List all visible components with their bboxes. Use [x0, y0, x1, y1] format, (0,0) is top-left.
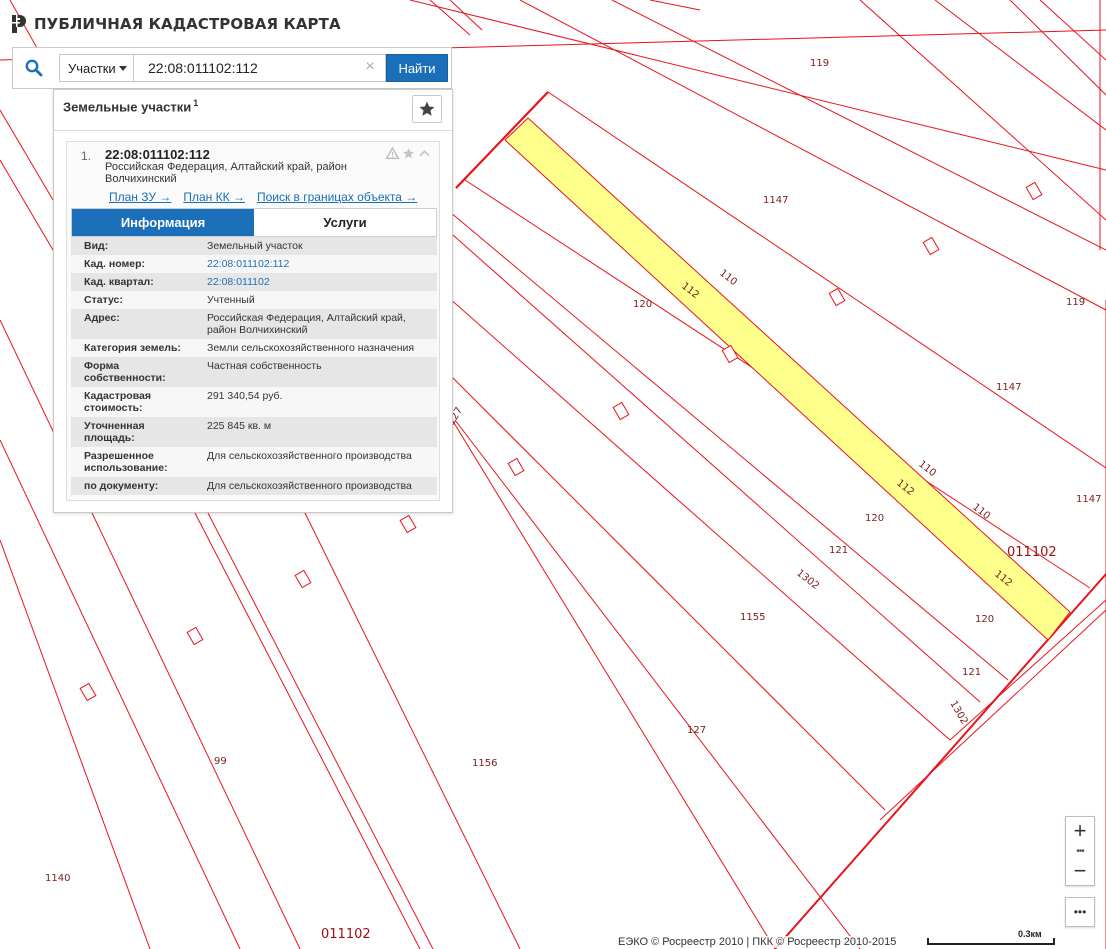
parcel-label: 119	[810, 58, 829, 69]
zoom-controls: + ••• −	[1065, 816, 1095, 886]
results-panel: Земельные участки 1 1. 22:08:011102:112 Р…	[53, 89, 453, 513]
attribution: ЕЭКО © Росреестр 2010 | ПКК © Росреестр …	[618, 936, 897, 948]
table-row: по документу: Для сельскохозяйственного п…	[71, 477, 437, 495]
field-key: Кад. квартал:	[84, 276, 154, 288]
table-row: Кад. номер: 22:08:011102:112	[71, 255, 437, 273]
search-type-select[interactable]: Участки	[59, 54, 134, 82]
result-cad-number[interactable]: 22:08:011102:112	[105, 147, 210, 162]
table-row: Вид: Земельный участок	[71, 237, 437, 255]
card-tabs: Информация Услуги	[71, 208, 437, 237]
tab-services[interactable]: Услуги	[254, 209, 436, 236]
field-value-link[interactable]: 22:08:011102	[194, 273, 437, 291]
field-value: Земли сельскохозяйственного назначения	[207, 342, 415, 354]
table-row: Категория земель: Земли сельскохозяйствен…	[71, 339, 437, 357]
field-key: Кад. номер:	[84, 258, 146, 270]
search-icon[interactable]	[13, 48, 55, 88]
field-value: Российская Федерация, Алтайский край, ра…	[207, 312, 406, 336]
star-icon	[419, 101, 435, 116]
field-value: 291 340,54 руб.	[207, 390, 283, 402]
search-type-value: Участки	[68, 60, 116, 76]
parcel-label: 119	[1066, 297, 1085, 308]
quarter-label: 011102	[1007, 545, 1057, 560]
result-card[interactable]: 1. 22:08:011102:112 Российская Федерация…	[66, 141, 440, 501]
field-value-link[interactable]: 22:08:011102:112	[194, 255, 437, 273]
zoom-in-button[interactable]: +	[1066, 817, 1094, 845]
pkk-logo-icon	[12, 15, 26, 33]
chevron-down-icon	[119, 66, 127, 71]
find-button[interactable]: Найти	[386, 54, 448, 82]
zoom-slider-handle[interactable]: •••	[1066, 846, 1094, 857]
parcel-label: 120	[975, 614, 994, 625]
field-value: Частная собственность	[207, 360, 322, 372]
parcel-label: 99	[214, 756, 227, 767]
table-row: Адрес: Российская Федерация, Алтайский кр…	[71, 309, 437, 339]
link-plan-kk[interactable]: План КК →	[183, 190, 245, 204]
field-key: Разрешенное использование:	[84, 450, 168, 474]
star-icon[interactable]	[402, 147, 415, 160]
results-heading-text: Земельные участки	[63, 99, 192, 115]
tab-information[interactable]: Информация	[72, 209, 254, 236]
field-value: Земельный участок	[207, 240, 303, 252]
table-row: Разрешенное использование: Для сельскохоз…	[71, 447, 437, 477]
search-input[interactable]	[134, 54, 386, 82]
result-address: Российская Федерация, Алтайский край, ра…	[105, 161, 347, 185]
favorites-button[interactable]	[412, 95, 442, 123]
info-table: Вид: Земельный участок Кад. номер: 22:08:0…	[71, 237, 437, 495]
quarter-label: 011102	[321, 927, 371, 942]
result-index: 1.	[81, 149, 92, 163]
field-value: Учтенный	[207, 294, 255, 306]
field-key: Категория земель:	[84, 342, 181, 354]
parcel-label: 127	[687, 725, 706, 736]
field-value: 225 845 кв. м	[207, 420, 272, 432]
table-row: Кадастровая стоимость: 291 340,54 руб.	[71, 387, 437, 417]
results-heading: Земельные участки 1	[63, 98, 198, 114]
parcel-label: 1147	[996, 382, 1021, 393]
scale-label: 0.3км	[1018, 929, 1042, 939]
parcel-label: 120	[633, 299, 652, 310]
card-links: План ЗУ → План КК → Поиск в границах объ…	[109, 190, 417, 204]
parcel-label: 1156	[472, 758, 497, 769]
field-key: Форма собственности:	[84, 360, 166, 384]
field-key: Кадастровая стоимость:	[84, 390, 151, 414]
parcel-label: 120	[865, 513, 884, 524]
link-plan-zu[interactable]: План ЗУ →	[109, 190, 171, 204]
search-bar: Участки × Найти	[12, 47, 452, 89]
table-row: Статус: Учтенный	[71, 291, 437, 309]
parcel-label: 121	[829, 545, 848, 556]
warning-icon[interactable]	[386, 147, 399, 160]
parcel-label: 121	[962, 667, 981, 678]
table-row: Уточненная площадь: 225 845 кв. м	[71, 417, 437, 447]
field-value: Для сельскохозяйственного производства	[207, 450, 412, 462]
parcel-label: 1147	[1076, 494, 1101, 505]
parcel-label: 1140	[45, 873, 70, 884]
field-key: Статус:	[84, 294, 123, 306]
field-key: по документу:	[84, 480, 159, 492]
clear-icon[interactable]: ×	[363, 59, 377, 75]
field-key: Вид:	[84, 240, 109, 252]
chevron-up-icon[interactable]	[418, 147, 431, 160]
field-key: Уточненная площадь:	[84, 420, 145, 444]
parcel-label: 1147	[763, 195, 788, 206]
field-key: Адрес:	[84, 312, 120, 324]
app-title-text: ПУБЛИЧНАЯ КАДАСТРОВАЯ КАРТА	[34, 15, 341, 33]
table-row: Форма собственности: Частная собственност…	[71, 357, 437, 387]
zoom-out-button[interactable]: −	[1066, 857, 1094, 885]
link-search-in-bounds[interactable]: Поиск в границах объекта →	[257, 190, 417, 204]
app-title: ПУБЛИЧНАЯ КАДАСТРОВАЯ КАРТА	[10, 12, 341, 36]
field-value: Для сельскохозяйственного производства	[207, 480, 412, 492]
parcel-label: 1155	[740, 612, 765, 623]
divider	[54, 130, 452, 131]
results-count: 1	[193, 98, 199, 108]
more-options-button[interactable]: •••	[1065, 897, 1095, 927]
table-row: Кад. квартал: 22:08:011102	[71, 273, 437, 291]
card-actions	[386, 147, 431, 160]
